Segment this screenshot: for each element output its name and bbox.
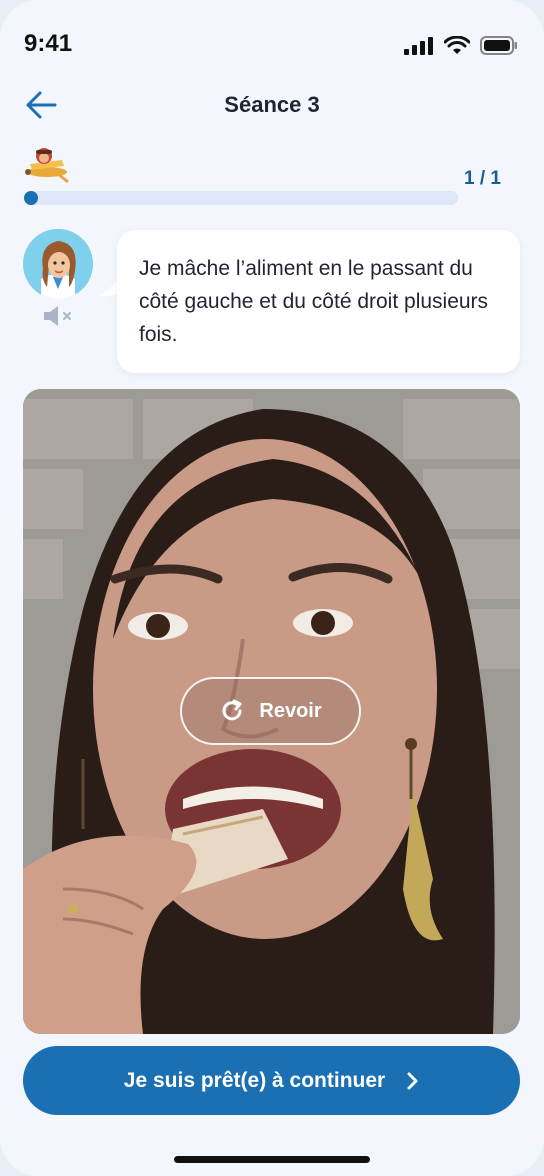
- coach-message: Je mâche l’aliment en le passant du côté…: [139, 257, 489, 346]
- status-icons: [404, 36, 518, 55]
- page-title: Séance 3: [224, 92, 320, 117]
- speaker-muted-icon[interactable]: [42, 304, 76, 328]
- exercise-video[interactable]: Revoir: [23, 389, 520, 1034]
- plane-icon: [25, 148, 69, 184]
- battery-icon: [480, 36, 517, 55]
- replay-label: Revoir: [259, 699, 322, 722]
- signal-icon: [404, 36, 433, 55]
- continue-button[interactable]: Je suis prêt(e) à continuer: [23, 1046, 520, 1115]
- progress-bar: [24, 191, 458, 205]
- status-time: 9:41: [24, 30, 73, 57]
- wifi-icon: [444, 36, 470, 54]
- progress-indicator: [24, 191, 38, 205]
- app-screen: 9:41 Séance 3 1 / 1 Je mâche l’aliment e…: [0, 0, 544, 1176]
- replay-icon: [222, 699, 242, 721]
- continue-label: Je suis prêt(e) à continuer: [123, 1068, 386, 1092]
- home-indicator: [174, 1156, 370, 1163]
- replay-button[interactable]: Revoir: [180, 677, 361, 745]
- progress-count: 1 / 1: [464, 168, 501, 189]
- coach-avatar: [23, 229, 93, 299]
- coach-speech-bubble: Je mâche l’aliment en le passant du côté…: [117, 230, 520, 373]
- chevron-right-icon: [407, 1072, 418, 1089]
